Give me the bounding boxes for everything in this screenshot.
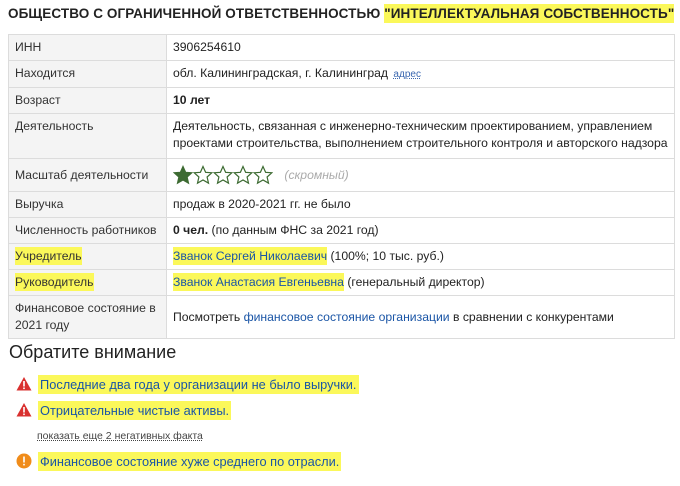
row-label-finance: Финансовое состояние в 2021 году xyxy=(8,295,167,339)
row-value-location: обл. Калининградская, г. Калининград адр… xyxy=(166,60,675,88)
table-row: Учредитель Званок Сергей Николаевич (100… xyxy=(8,243,675,270)
table-row: Руководитель Званок Анастасия Евгеньевна… xyxy=(8,269,675,296)
finance-pre: Посмотреть xyxy=(173,309,244,324)
table-row: Деятельность Деятельность, связанная с и… xyxy=(8,113,675,159)
row-value-founder: Званок Сергей Николаевич (100%; 10 тыс. … xyxy=(166,243,675,270)
row-label-scale: Масштаб деятельности xyxy=(8,158,167,192)
row-label-revenue: Выручка xyxy=(8,191,167,218)
row-value-age: 10 лет xyxy=(166,87,675,114)
star-empty-icon xyxy=(193,165,213,185)
location-text: обл. Калининградская, г. Калининград xyxy=(173,66,389,80)
table-row: Выручка продаж в 2020-2021 гг. не было xyxy=(8,191,675,218)
warning-triangle-icon xyxy=(16,403,32,417)
table-row: ИНН 3906254610 xyxy=(8,34,675,61)
star-empty-icon xyxy=(213,165,233,185)
scale-note: (скромный) xyxy=(284,167,349,182)
star-filled-icon xyxy=(173,165,193,185)
alert-circle-icon xyxy=(16,453,32,469)
row-value-activity: Деятельность, связанная с инженерно-техн… xyxy=(166,113,675,159)
rating-stars xyxy=(173,165,273,185)
row-value-finance: Посмотреть финансовое состояние организа… xyxy=(166,295,675,339)
row-label-inn: ИНН xyxy=(8,34,167,61)
row-label-founder: Учредитель xyxy=(15,247,82,265)
company-title-name: "ИНТЕЛЛЕКТУАЛЬНАЯ СОБСТВЕННОСТЬ" xyxy=(384,4,675,23)
warning-item: Отрицательные чистые активы. xyxy=(16,401,232,420)
director-link[interactable]: Званок Анастасия Евгеньевна xyxy=(173,273,344,291)
row-label-location: Находится xyxy=(8,60,167,88)
warning-text[interactable]: Отрицательные чистые активы. xyxy=(38,401,232,420)
founder-note: (100%; 10 тыс. руб.) xyxy=(327,249,444,263)
warning-item: Финансовое состояние хуже среднего по от… xyxy=(16,452,342,471)
table-row: Находится обл. Калининградская, г. Калин… xyxy=(8,60,675,88)
row-value-scale: (скромный) xyxy=(166,158,675,192)
finance-link[interactable]: финансовое состояние организации xyxy=(244,310,450,324)
row-label-director: Руководитель xyxy=(15,273,94,291)
director-note: (генеральный директор) xyxy=(343,275,485,289)
row-value-director: Званок Анастасия Евгеньевна (генеральный… xyxy=(166,269,675,296)
staff-count: 0 чел. xyxy=(173,223,209,237)
table-row: Масштаб деятельности (скромный) xyxy=(8,158,675,192)
row-label-director-cell: Руководитель xyxy=(8,269,167,296)
warning-item: Последние два года у организации не было… xyxy=(16,375,359,394)
row-value-staff: 0 чел. (по данным ФНС за 2021 год) xyxy=(166,217,675,244)
table-row: Финансовое состояние в 2021 году Посмотр… xyxy=(8,295,675,339)
finance-post: в сравнении с конкурентами xyxy=(449,309,614,324)
warning-text[interactable]: Последние два года у организации не было… xyxy=(38,375,359,394)
row-label-age: Возраст xyxy=(8,87,167,114)
table-row: Возраст 10 лет xyxy=(8,87,675,114)
staff-note: (по данным ФНС за 2021 год) xyxy=(208,223,379,237)
show-more-link[interactable]: показать еще 2 негативных факта xyxy=(37,430,203,442)
company-title: ОБЩЕСТВО С ОГРАНИЧЕННОЙ ОТВЕТСТВЕННОСТЬЮ… xyxy=(8,4,675,23)
row-value-inn: 3906254610 xyxy=(166,34,675,61)
warning-text[interactable]: Финансовое состояние хуже среднего по от… xyxy=(38,452,342,471)
company-info-table: ИНН 3906254610 Находится обл. Калинингра… xyxy=(8,34,675,339)
row-label-staff: Численность работников xyxy=(8,217,167,244)
star-empty-icon xyxy=(253,165,273,185)
address-link[interactable]: адрес xyxy=(393,69,421,80)
company-title-prefix: ОБЩЕСТВО С ОГРАНИЧЕННОЙ ОТВЕТСТВЕННОСТЬЮ xyxy=(8,6,381,21)
table-row: Численность работников 0 чел. (по данным… xyxy=(8,217,675,244)
warning-triangle-icon xyxy=(16,377,32,391)
star-empty-icon xyxy=(233,165,253,185)
row-label-founder-cell: Учредитель xyxy=(8,243,167,270)
row-value-revenue: продаж в 2020-2021 гг. не было xyxy=(166,191,675,218)
founder-link[interactable]: Званок Сергей Николаевич xyxy=(173,247,328,265)
attention-heading: Обратите внимание xyxy=(9,342,177,362)
row-label-activity: Деятельность xyxy=(8,113,167,159)
